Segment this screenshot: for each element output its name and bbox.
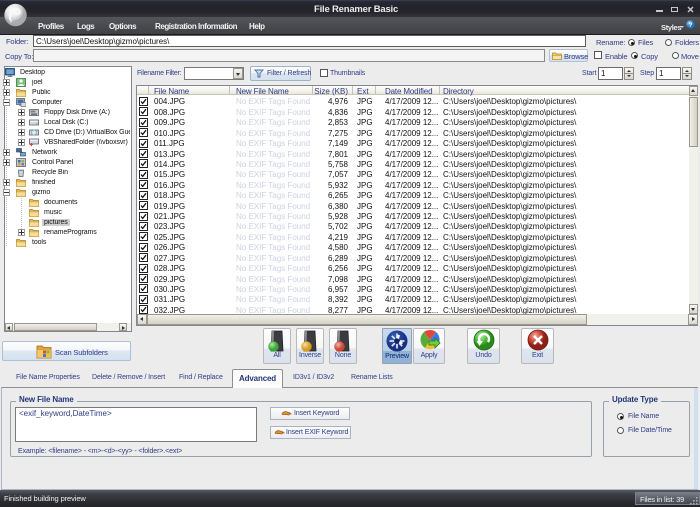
svg-text:?: ? xyxy=(689,22,693,29)
